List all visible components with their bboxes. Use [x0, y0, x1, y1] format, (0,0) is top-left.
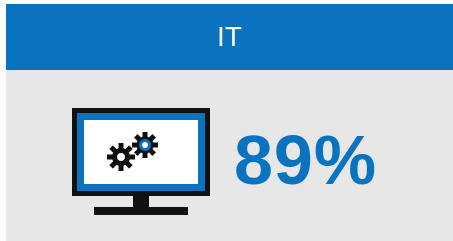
card-body: 89%	[6, 70, 453, 241]
card-header: IT	[6, 4, 453, 70]
monitor-stand	[94, 207, 188, 215]
monitor-gears-icon	[72, 108, 210, 215]
dark-gear-icon	[107, 143, 135, 171]
metric-card: IT 89%	[6, 4, 453, 241]
monitor-neck	[133, 196, 149, 207]
blue-gear-icon	[132, 132, 158, 158]
metric-value: 89%	[234, 121, 378, 199]
card-title: IT	[217, 21, 242, 52]
